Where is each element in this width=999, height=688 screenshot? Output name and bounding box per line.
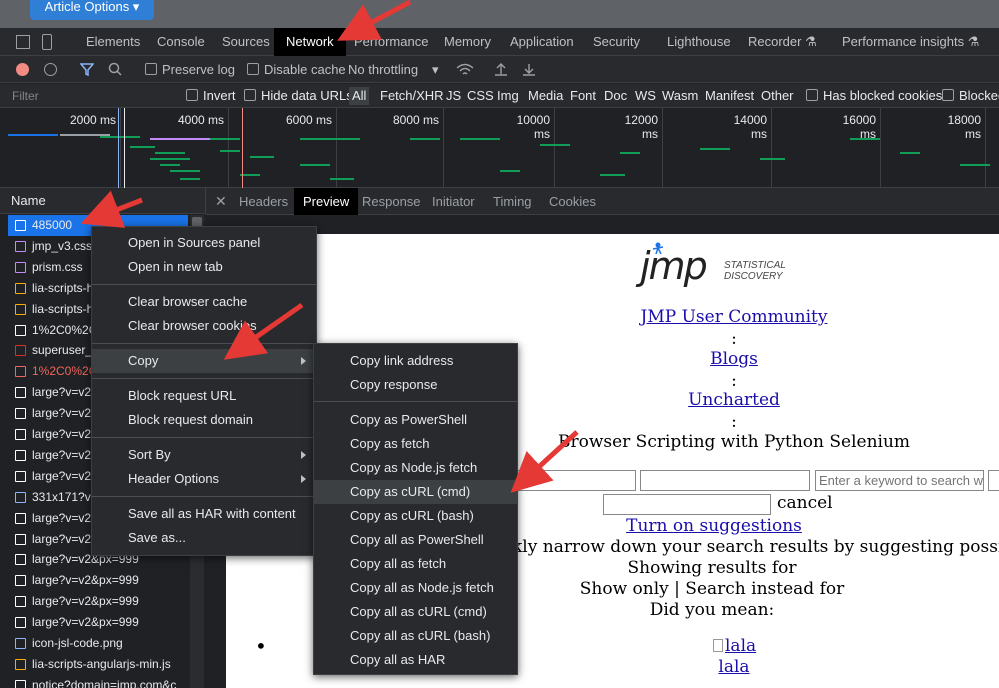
- arrow-to-request: [80, 190, 143, 228]
- annotation-arrows: [80, 0, 579, 493]
- arrow-to-network-tab: [337, 0, 412, 41]
- arrow-to-curl-cmd: [510, 430, 579, 493]
- arrow-to-copy: [223, 302, 304, 360]
